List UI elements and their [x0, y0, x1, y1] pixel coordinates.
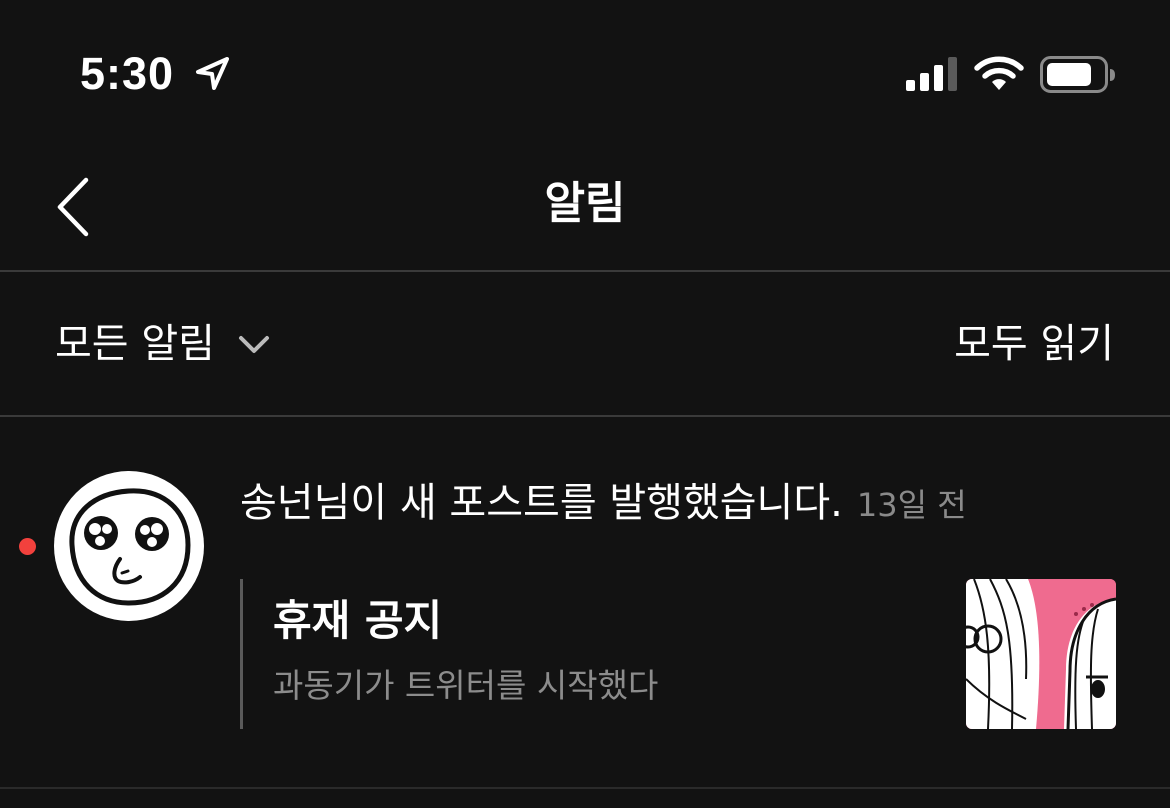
- location-arrow-icon: [196, 57, 229, 90]
- cartoon-face-avatar-icon: [69, 488, 191, 606]
- post-title: 휴재 공지: [273, 596, 443, 645]
- post-subtitle: 과동기가 트위터를 시작했다: [273, 666, 659, 705]
- status-bar: 5:30: [0, 0, 1170, 140]
- battery-icon: [1040, 56, 1115, 93]
- post-thumbnail: [966, 579, 1116, 729]
- notification-item[interactable]: 송넌님이 새 포스트를 발행했습니다. 13일 전 휴재 공지 과동기가 트위터를…: [0, 417, 1170, 789]
- notification-message: 송넌님이 새 포스트를 발행했습니다. 13일 전: [240, 475, 967, 533]
- wifi-icon: [974, 56, 1024, 90]
- preview-quote-bar: [240, 579, 243, 729]
- notification-time: 13일 전: [856, 486, 967, 524]
- filter-row: 모든 알림 모두 읽기: [0, 272, 1170, 417]
- unread-indicator-dot: [19, 538, 36, 555]
- avatar[interactable]: [54, 471, 204, 621]
- cellular-signal-icon: [906, 57, 957, 91]
- notification-filter-dropdown[interactable]: 모든 알림: [55, 316, 271, 372]
- page-title: 알림: [544, 178, 626, 229]
- nav-header: 알림: [0, 140, 1170, 272]
- comic-thumbnail-illustration-icon: [966, 579, 1116, 729]
- notification-text: 송넌님이 새 포스트를 발행했습니다.: [240, 480, 843, 526]
- filter-selected-label: 모든 알림: [55, 321, 215, 367]
- post-preview-card[interactable]: 휴재 공지 과동기가 트위터를 시작했다: [240, 579, 1116, 729]
- mark-all-read-button[interactable]: 모두 읽기: [954, 316, 1114, 372]
- chevron-down-icon: [238, 336, 269, 353]
- status-time: 5:30: [80, 48, 175, 99]
